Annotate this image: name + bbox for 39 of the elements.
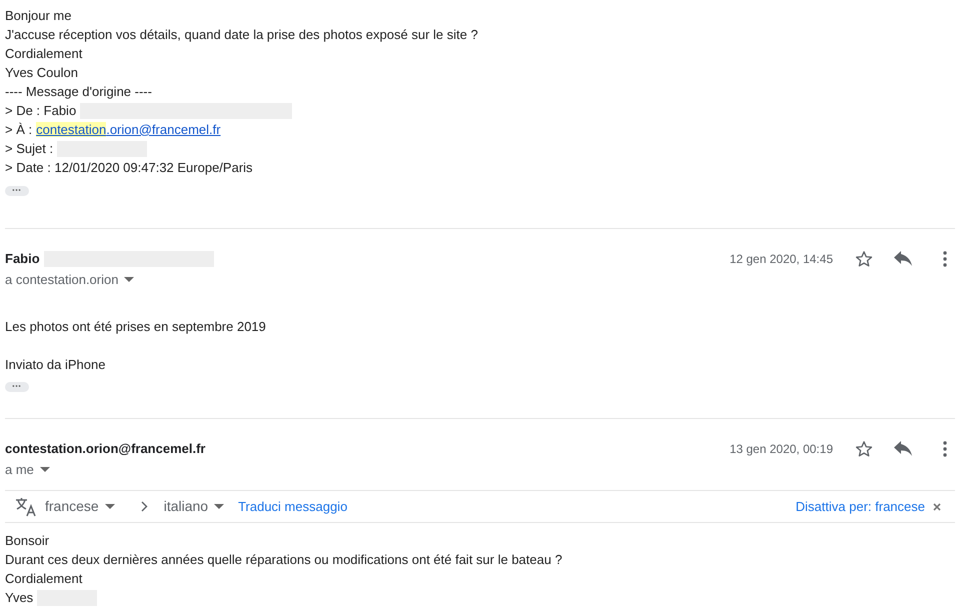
message-date: 13 gen 2020, 00:19 [730, 440, 833, 458]
star-icon[interactable] [855, 250, 873, 268]
caret-down-icon [124, 276, 134, 282]
message-line: > À : [5, 120, 32, 139]
message-line: Cordialement [5, 44, 82, 63]
translate-message-link[interactable]: Traduci messaggio [238, 496, 348, 516]
caret-down-icon [104, 504, 115, 510]
translate-icon [15, 496, 37, 516]
more-options-icon[interactable] [943, 250, 947, 266]
star-icon[interactable] [855, 440, 873, 458]
sender-name: contestation.orion@francemel.fr [5, 440, 206, 458]
message-line: > De : Fabio [5, 102, 76, 120]
message-line: Cordialement [5, 570, 82, 588]
recipient-dropdown[interactable]: a me [5, 460, 50, 480]
message-line: J'accuse réception vos détails, quand date la prise des photos exposé sur le site ? [5, 26, 478, 44]
message-line: Inviato da iPhone [5, 356, 106, 374]
message-line: Yves Coulon [5, 64, 78, 82]
message-line: Bonsoir [5, 532, 50, 550]
message-line: > Date : 12/01/2020 09:47:32 Europe/Paris [5, 158, 253, 177]
reply-icon[interactable] [893, 250, 913, 266]
signature: Yves [5, 588, 34, 607]
sender-name: Fabio [5, 250, 40, 268]
message-line: > Sujet : [5, 140, 54, 158]
message-date: 12 gen 2020, 14:45 [730, 250, 833, 268]
more-options-icon[interactable] [943, 440, 947, 456]
email-link[interactable]: contestation.orion@francemel.fr [36, 120, 221, 140]
message-line: Bonjour me [5, 6, 72, 25]
close-icon[interactable] [933, 502, 941, 510]
caret-down-icon [214, 504, 224, 510]
reply-icon[interactable] [893, 440, 913, 456]
message-line: Les photos ont été prises en septembre 2019 [5, 318, 266, 336]
disable-translation-link[interactable]: Disattiva per: francese [796, 496, 925, 516]
caret-down-icon [40, 466, 50, 472]
message-line: Durant ces deux dernières années quelle réparations ou modifications ont été fait sur le bateau ? [5, 550, 562, 569]
recipient-dropdown[interactable]: a contestation.orion [5, 270, 134, 290]
source-language-dropdown[interactable]: francese [45, 496, 115, 517]
target-language-dropdown[interactable]: italiano [164, 496, 224, 517]
chevron-right-icon [140, 501, 148, 512]
message-line: ---- Message d'origine ---- [5, 82, 152, 101]
